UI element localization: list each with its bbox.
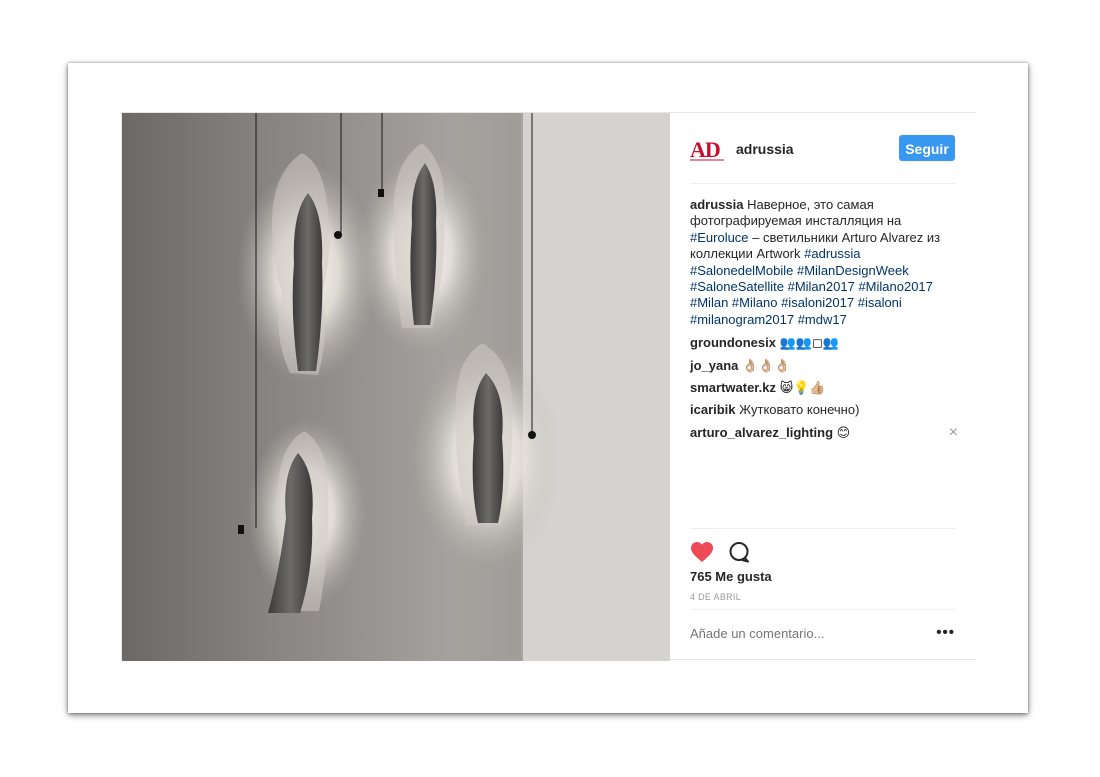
more-options-icon[interactable]: ••• <box>936 624 955 641</box>
heart-icon[interactable] <box>690 541 714 563</box>
hashtag-link[interactable]: #isaloni2017 <box>781 295 854 310</box>
follow-button[interactable]: Seguir <box>899 135 955 161</box>
add-comment-bar: ••• <box>690 609 955 660</box>
hashtag-link[interactable]: #Milan2017 <box>788 279 855 294</box>
comment-item: icaribik Жутковато конечно) <box>690 402 958 418</box>
hashtag-link[interactable]: #SalonedelMobile <box>690 263 793 278</box>
post-photo[interactable] <box>122 113 670 661</box>
hashtag-link[interactable]: #Milano2017 <box>858 279 932 294</box>
post-side-panel: AD adrussia Seguir adrussia Наверное, эт… <box>670 113 977 659</box>
comment-text: 😸💡👍🏼 <box>776 380 826 396</box>
comment-username[interactable]: groundonesix <box>690 335 776 350</box>
comment-text: 👥👥◻👥 <box>775 335 839 351</box>
comment-username[interactable]: smartwater.kz <box>690 380 776 395</box>
hashtag-link[interactable]: #SaloneSatellite <box>690 279 784 294</box>
comment-item: arturo_alvarez_lighting 😊 × <box>690 424 958 441</box>
hashtag-link[interactable]: #milanogram2017 <box>690 312 794 327</box>
comment-rows: groundonesix 👥👥◻👥 jo_yana 👌🏼👌🏼👌🏼 smartwate… <box>690 335 958 441</box>
comment-text: Жутковато конечно) <box>735 402 860 418</box>
post-header: AD adrussia Seguir <box>690 131 955 184</box>
comment-item: smartwater.kz 😸💡👍🏼 <box>690 380 958 396</box>
comment-text: 😊 <box>833 424 851 440</box>
comments-list: adrussia Наверное, это самая фотографиру… <box>690 197 958 447</box>
post-username[interactable]: adrussia <box>736 141 794 157</box>
post-caption: adrussia Наверное, это самая фотографиру… <box>690 197 958 328</box>
logo-underline <box>690 159 724 161</box>
comment-username[interactable]: jo_yana <box>690 358 738 373</box>
caption-text: Наверное, это самая фотографируемая инст… <box>690 197 940 327</box>
hashtag-link[interactable]: #Milano <box>732 295 778 310</box>
ad-logo-avatar[interactable]: AD <box>690 135 724 165</box>
comment-item: groundonesix 👥👥◻👥 <box>690 335 958 351</box>
comment-icon[interactable] <box>728 541 750 563</box>
hashtag-link[interactable]: #isaloni <box>858 295 902 310</box>
post-actions: 765 Me gusta 4 DE ABRIL <box>690 528 955 609</box>
hashtag-link[interactable]: #MilanDesignWeek <box>797 263 909 278</box>
lamp-installation-image <box>122 113 670 661</box>
likes-count[interactable]: 765 Me gusta <box>690 569 772 584</box>
add-comment-input[interactable] <box>690 626 910 641</box>
delete-comment-icon[interactable]: × <box>949 424 958 441</box>
comment-text: 👌🏼👌🏼👌🏼 <box>738 357 791 373</box>
instagram-post: AD adrussia Seguir adrussia Наверное, эт… <box>121 112 977 661</box>
hashtag-link[interactable]: #Milan <box>690 295 728 310</box>
post-date: 4 DE ABRIL <box>690 592 742 602</box>
caption-username[interactable]: adrussia <box>690 197 743 212</box>
comment-username[interactable]: arturo_alvarez_lighting <box>690 425 833 440</box>
hashtag-link[interactable]: #mdw17 <box>798 312 847 327</box>
hashtag-link[interactable]: #adrussia <box>804 246 860 261</box>
comment-item: jo_yana 👌🏼👌🏼👌🏼 <box>690 358 958 374</box>
comment-username[interactable]: icaribik <box>690 402 736 417</box>
hashtag-link[interactable]: #Euroluce <box>690 230 749 245</box>
